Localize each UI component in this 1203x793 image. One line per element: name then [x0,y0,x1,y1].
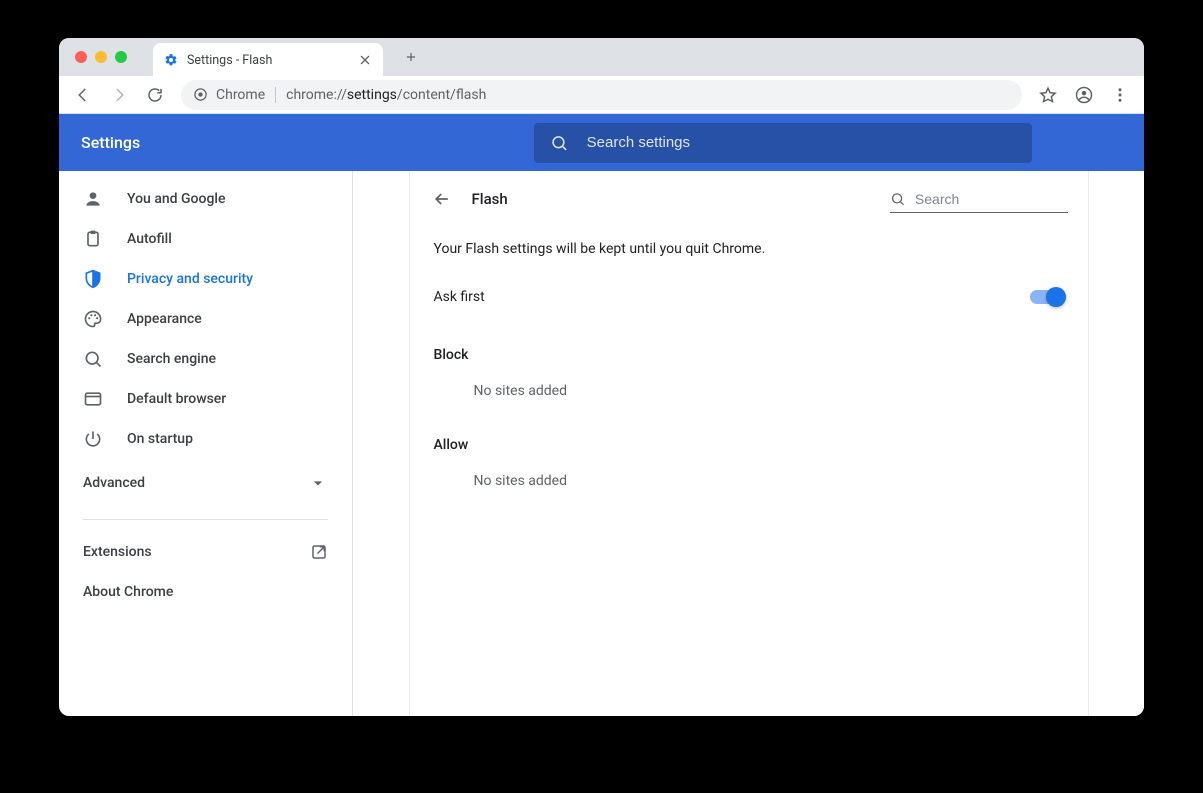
window-minimize-button[interactable] [95,51,107,63]
window-maximize-button[interactable] [115,51,127,63]
panel-header: Flash [410,171,1088,227]
site-identity: Chrome [193,87,276,103]
sidebar-item-autofill[interactable]: Autofill [59,219,352,259]
address-bar[interactable]: Chrome chrome://settings/content/flash [181,80,1022,110]
bookmark-star-button[interactable] [1032,79,1064,111]
page-title: Settings [81,133,140,152]
palette-icon [83,309,103,329]
window-controls [59,51,143,63]
url-text: chrome://settings/content/flash [286,87,486,103]
panel-back-button[interactable] [430,187,454,211]
sidebar-item-label: Appearance [127,311,202,327]
settings-gear-icon [163,52,179,68]
ask-first-label: Ask first [434,289,485,305]
browser-menu-button[interactable] [1104,79,1136,111]
panel-title: Flash [472,190,508,208]
search-icon [890,190,905,208]
sidebar-item-about-chrome[interactable]: About Chrome [59,572,352,612]
sidebar-advanced-label: Advanced [83,475,145,491]
settings-search-input[interactable] [587,134,1016,151]
browser-window-icon [83,389,103,409]
sidebar-item-label: You and Google [127,191,225,207]
window-close-button[interactable] [75,51,87,63]
sidebar-item-you-and-google[interactable]: You and Google [59,179,352,219]
new-tab-button[interactable] [397,43,425,71]
sidebar-item-label: Search engine [127,351,216,367]
allow-section-heading: Allow [410,409,1088,457]
chevron-down-icon [308,473,328,493]
browser-tab[interactable]: Settings - Flash [153,43,383,77]
sidebar-item-on-startup[interactable]: On startup [59,419,352,459]
settings-search[interactable] [534,123,1032,163]
sidebar-item-privacy-and-security[interactable]: Privacy and security [59,259,352,299]
sidebar: You and Google Autofill Privacy and secu… [59,171,353,716]
open-in-new-icon [310,543,328,561]
nav-forward-button[interactable] [103,79,135,111]
ask-first-row: Ask first [410,275,1088,319]
sidebar-item-label: Extensions [83,544,152,560]
panel-search[interactable] [890,185,1068,213]
content-panel: Flash Your Flash settings will be kept u… [409,171,1089,716]
sidebar-item-label: Default browser [127,391,226,407]
power-icon [83,429,103,449]
sidebar-item-label: On startup [127,431,193,447]
sidebar-item-extensions[interactable]: Extensions [59,532,352,572]
settings-body: You and Google Autofill Privacy and secu… [59,171,1144,716]
ask-first-toggle[interactable] [1030,290,1064,304]
block-section-heading: Block [410,319,1088,367]
search-icon [83,349,103,369]
sidebar-item-label: Autofill [127,231,172,247]
allow-empty-text: No sites added [410,457,1088,499]
clipboard-icon [83,229,103,249]
main-area: Flash Your Flash settings will be kept u… [353,171,1144,716]
browser-window: Settings - Flash Chrome chrome://setting… [59,38,1144,716]
flash-notice: Your Flash settings will be kept until y… [410,227,1088,275]
settings-header: Settings [59,114,1144,171]
sidebar-item-label: Privacy and security [127,271,253,287]
tab-strip: Settings - Flash [59,38,1144,76]
shield-icon [83,269,103,289]
person-icon [83,189,103,209]
toggle-knob [1046,287,1066,307]
block-empty-text: No sites added [410,367,1088,409]
tab-title: Settings - Flash [187,53,272,68]
chrome-icon [193,87,208,102]
panel-search-input[interactable] [915,191,1068,207]
profile-avatar-button[interactable] [1068,79,1100,111]
site-identity-label: Chrome [216,87,265,103]
sidebar-item-search-engine[interactable]: Search engine [59,339,352,379]
browser-toolbar: Chrome chrome://settings/content/flash [59,76,1144,114]
search-icon [550,133,568,153]
sidebar-separator [83,519,328,520]
close-tab-button[interactable] [357,52,373,68]
nav-back-button[interactable] [67,79,99,111]
sidebar-item-label: About Chrome [83,584,173,600]
nav-reload-button[interactable] [139,79,171,111]
sidebar-item-appearance[interactable]: Appearance [59,299,352,339]
sidebar-item-default-browser[interactable]: Default browser [59,379,352,419]
sidebar-advanced-toggle[interactable]: Advanced [59,459,352,507]
